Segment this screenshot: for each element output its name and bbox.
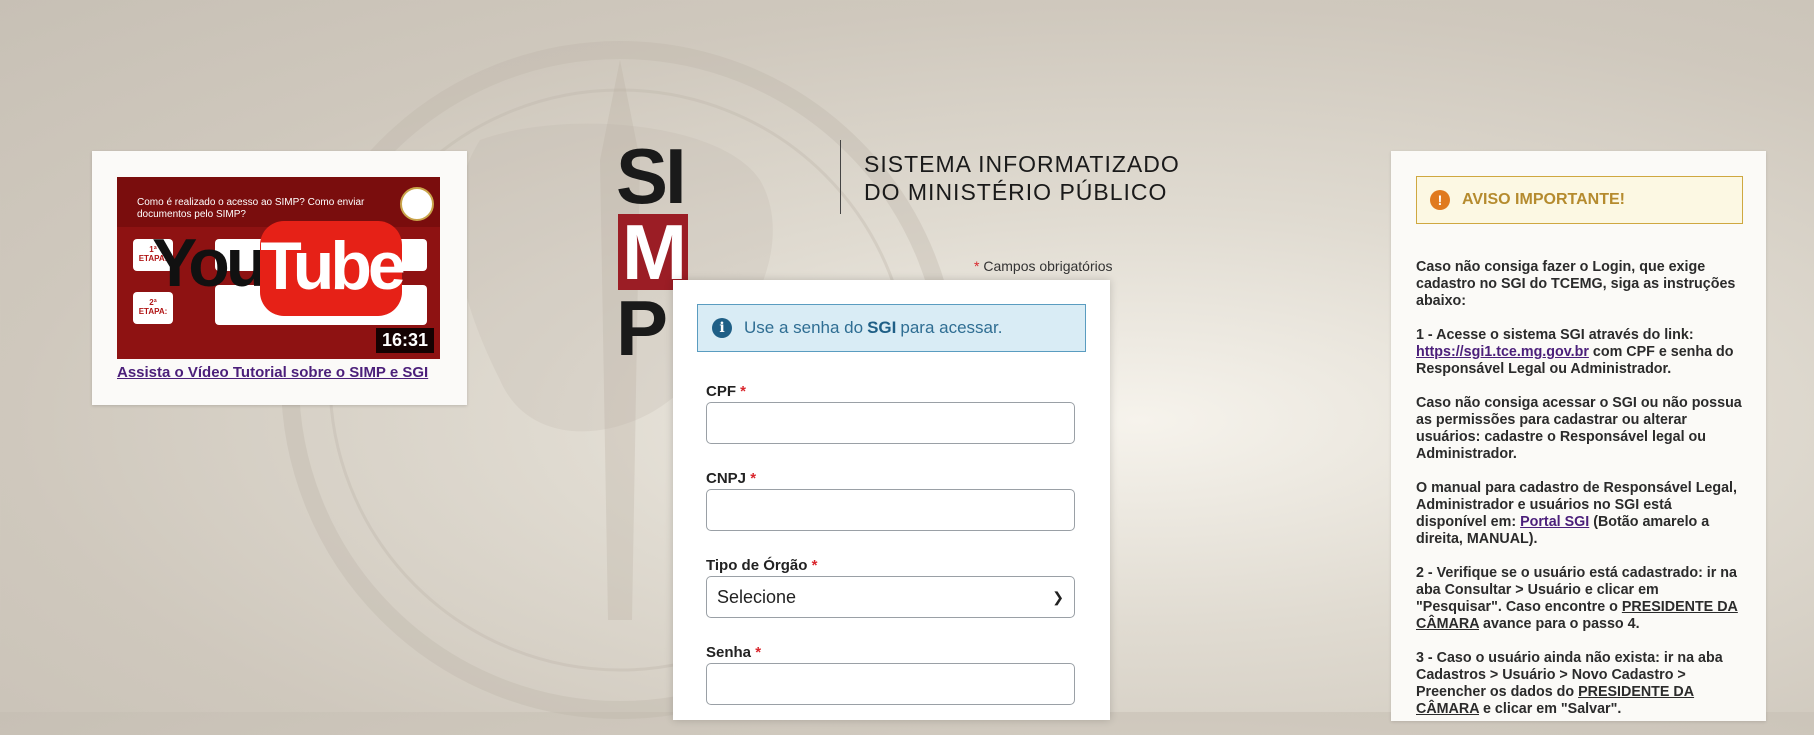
logo-line2: DO MINISTÉRIO PÚBLICO [864,179,1168,205]
portal-sgi-link[interactable]: Portal SGI [1520,514,1589,530]
video-thumbnail[interactable]: Como é realizado o acesso ao SIMP? Como … [117,177,440,359]
logo-letters-si: SI [616,132,687,220]
step1-text: 1 - Acesse o sistema SGI através do link… [1416,327,1694,343]
senha-label-text: Senha [706,644,752,661]
info-text-bold: SGI [867,318,897,337]
logo-divider [840,140,841,214]
cpf-label-text: CPF [706,383,736,400]
tipo-orgao-label: Tipo de Órgão * [706,557,817,574]
sgi-link[interactable]: https://sgi1.tce.mg.gov.br [1416,344,1589,360]
required-asterisk: * [740,383,747,400]
tce-seal-icon [400,187,434,221]
warning-alert: ! AVISO IMPORTANTE! [1416,176,1743,224]
cnpj-label: CNPJ * [706,470,756,487]
important-notice-panel: ! AVISO IMPORTANTE! Caso não consiga faz… [1391,151,1766,721]
senha-input[interactable] [706,663,1075,705]
notice-paragraph: 1 - Acesse o sistema SGI através do link… [1416,327,1746,378]
required-note-text: Campos obrigatórios [983,258,1113,274]
youtube-logo-you: You [152,225,267,301]
cpf-input[interactable] [706,402,1075,444]
required-asterisk: * [974,258,980,274]
logo-line1: SISTEMA INFORMATIZADO [864,151,1180,177]
info-text-suffix: para acessar. [900,318,1003,337]
cnpj-input[interactable] [706,489,1075,531]
cnpj-label-text: CNPJ [706,470,747,487]
notice-paragraph: Caso não consiga acessar o SGI ou não po… [1416,395,1742,462]
video-tutorial-card: Como é realizado o acesso ao SIMP? Como … [92,151,467,405]
logo-subtitle: SISTEMA INFORMATIZADO DO MINISTÉRIO PÚBL… [864,150,1204,206]
login-form: i Use a senha do SGI para acessar. CPF *… [673,280,1110,720]
exclamation-circle-icon: ! [1430,190,1450,210]
notice-paragraph: O manual para cadastro de Responsável Le… [1416,480,1746,548]
tipo-orgao-selected: Selecione [717,586,797,607]
info-text-prefix: Use a senha do [744,318,864,337]
video-duration: 16:31 [375,328,434,353]
notice-paragraph: 3 - Caso o usuário ainda não exista: ir … [1416,650,1746,718]
warning-title: AVISO IMPORTANTE! [1462,191,1625,208]
notice-instructions: Caso não consiga fazer o Login, que exig… [1416,259,1746,735]
chevron-down-icon: ❯ [1052,588,1064,605]
youtube-logo-tube: Tube [260,221,406,316]
video-tutorial-link[interactable]: Assista o Vídeo Tutorial sobre o SIMP e … [117,364,428,381]
notice-paragraph: Caso não consiga fazer o Login, que exig… [1416,259,1736,309]
required-asterisk: * [755,644,762,661]
info-circle-icon: i [712,318,732,338]
sgi-info-alert: i Use a senha do SGI para acessar. [697,304,1086,352]
tipo-orgao-select[interactable]: Selecione ❯ [706,576,1075,618]
senha-label: Senha * [706,644,761,661]
required-asterisk: * [811,557,818,574]
required-asterisk: * [750,470,757,487]
step2-text-suffix: avance para o passo 4. [1483,616,1640,632]
required-fields-note: * Campos obrigatórios [974,258,1113,274]
cpf-label: CPF * [706,383,746,400]
thumbnail-caption: Como é realizado o acesso ao SIMP? Como … [137,197,365,220]
logo-letter-p: P [616,284,668,372]
logo-letter-m: M [618,213,688,291]
tipo-orgao-label-text: Tipo de Órgão [706,557,808,574]
notice-paragraph: 2 - Verifique se o usuário está cadastra… [1416,565,1746,633]
step3-text-suffix: e clicar em "Salvar". [1483,701,1622,717]
